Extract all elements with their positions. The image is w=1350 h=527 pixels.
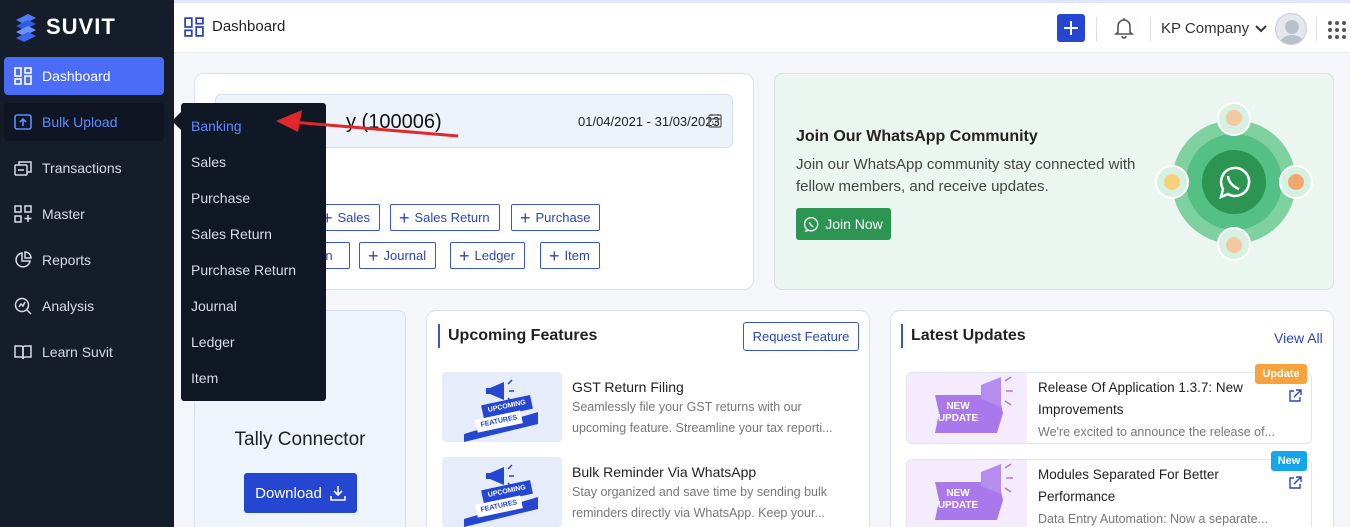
plus-icon: + (399, 207, 410, 228)
sidebar-item-dashboard[interactable]: Dashboard (4, 57, 164, 95)
feature-description: Stay organized and save time by sending … (572, 485, 828, 520)
update-item[interactable]: NEW UPDATE Modules Separated For Better … (906, 451, 1312, 527)
master-icon (14, 205, 32, 223)
update-thumbnail: NEW UPDATE (907, 460, 1027, 527)
company-selector[interactable]: KP Company (1161, 20, 1267, 37)
whatsapp-icon (804, 216, 819, 232)
upcoming-features-card: Upcoming Features Request Feature UPCOMI… (426, 310, 870, 527)
logo[interactable]: SUVIT (14, 12, 116, 42)
plus-icon: + (459, 245, 470, 266)
feature-title: Bulk Reminder Via WhatsApp (572, 464, 757, 480)
add-ledger-button[interactable]: + Ledger (450, 242, 525, 269)
latest-updates-card: Latest Updates View All NEW UPDATE Relea… (890, 310, 1334, 527)
divider (1316, 17, 1317, 41)
flyout-item-purchase-return[interactable]: Purchase Return (181, 252, 326, 288)
sidebar-item-label: Bulk Upload (42, 114, 118, 130)
transactions-icon (14, 159, 32, 177)
page-title: Dashboard (212, 18, 286, 35)
sidebar-item-transactions[interactable]: Transactions (4, 149, 164, 187)
flyout-item-journal[interactable]: Journal (181, 288, 326, 324)
latest-updates-title: Latest Updates (901, 324, 1026, 348)
sidebar-item-label: Analysis (42, 298, 95, 314)
bulk-upload-flyout-menu: Banking Sales Purchase Sales Return Purc… (181, 103, 326, 401)
feature-thumbnail: UPCOMING FEATURES (442, 457, 562, 527)
sidebar-item-analysis[interactable]: Analysis (4, 287, 164, 325)
whatsapp-community-illustration (1155, 102, 1313, 261)
annotation-arrow-icon (276, 110, 459, 138)
view-all-link[interactable]: View All (1274, 330, 1323, 346)
sidebar-item-label: Transactions (42, 160, 122, 176)
update-item[interactable]: NEW UPDATE Release Of Application 1.3.7:… (906, 364, 1312, 444)
top-bar: Dashboard KP Company (174, 0, 1350, 53)
sidebar-item-bulk-upload[interactable]: Bulk Upload (4, 103, 164, 141)
analysis-icon (14, 297, 32, 315)
feature-thumbnail: UPCOMING FEATURES (442, 372, 562, 442)
whatsapp-description: Join our WhatsApp community stay connect… (796, 156, 1136, 195)
sidebar: SUVIT Dashboard Bulk Upload Transactions… (0, 0, 174, 527)
sidebar-item-learn-suvit[interactable]: Learn Suvit (4, 333, 164, 371)
chevron-down-icon (1255, 24, 1267, 32)
reports-icon (14, 251, 32, 269)
plus-icon: + (368, 245, 379, 266)
plus-icon (1064, 21, 1078, 35)
whatsapp-community-card: Join Our WhatsApp Community Join our Wha… (774, 73, 1334, 290)
external-link-icon[interactable] (1288, 389, 1302, 403)
flyout-item-ledger[interactable]: Ledger (181, 324, 326, 360)
suvit-logo-icon (16, 14, 36, 42)
dashboard-icon (184, 17, 204, 37)
logo-text: SUVIT (46, 14, 116, 39)
sidebar-item-label: Learn Suvit (42, 344, 113, 360)
new-update-thumb-label: NEW UPDATE (937, 488, 979, 511)
update-description: We're excited to announce the release of… (1038, 425, 1276, 439)
update-thumbnail: NEW UPDATE (907, 373, 1027, 443)
sidebar-item-reports[interactable]: Reports (4, 241, 164, 279)
feature-description: Seamlessly file your GST returns with ou… (572, 400, 833, 435)
plus-icon: + (520, 207, 531, 228)
new-badge: New (1271, 451, 1307, 471)
user-avatar[interactable] (1275, 13, 1307, 45)
update-badge: Update (1255, 364, 1307, 384)
sidebar-item-label: Dashboard (42, 68, 111, 84)
divider (1096, 17, 1097, 41)
plus-icon: + (549, 245, 560, 266)
flyout-item-purchase[interactable]: Purchase (181, 180, 326, 216)
apps-grid-icon[interactable] (1327, 20, 1347, 40)
add-item-button[interactable]: + Item (540, 242, 600, 269)
external-link-icon[interactable] (1288, 476, 1302, 490)
new-update-thumb-label: NEW UPDATE (937, 401, 979, 424)
update-title: Release Of Application 1.3.7: New Improv… (1038, 380, 1243, 417)
book-icon (14, 343, 32, 361)
financial-year: 01/04/2021 - 31/03/2023 (578, 114, 720, 129)
flyout-item-item[interactable]: Item (181, 360, 326, 396)
request-feature-button[interactable]: Request Feature (743, 322, 859, 351)
divider (1150, 17, 1151, 41)
flyout-item-sales[interactable]: Sales (181, 144, 326, 180)
upload-icon (14, 113, 32, 131)
add-journal-button[interactable]: + Journal (359, 242, 437, 269)
user-icon (1279, 20, 1305, 44)
feature-title: GST Return Filing (572, 379, 684, 395)
join-now-button[interactable]: Join Now (796, 208, 891, 240)
sidebar-item-label: Master (42, 206, 85, 222)
sidebar-item-label: Reports (42, 252, 92, 268)
add-sales-return-button[interactable]: + Sales Return (390, 204, 500, 231)
sidebar-item-master[interactable]: Master (4, 195, 164, 233)
download-icon (330, 486, 346, 501)
upcoming-features-title: Upcoming Features (438, 324, 597, 348)
company-name: KP Company (1161, 20, 1250, 37)
download-button[interactable]: Download (244, 473, 357, 513)
add-button[interactable] (1057, 14, 1085, 42)
dashboard-icon (14, 67, 32, 85)
add-purchase-button[interactable]: + Purchase (511, 204, 601, 231)
calendar-icon[interactable] (708, 113, 722, 128)
notification-bell-icon[interactable] (1114, 17, 1134, 39)
flyout-item-sales-return[interactable]: Sales Return (181, 216, 326, 252)
whatsapp-title: Join Our WhatsApp Community (796, 128, 1038, 145)
update-description: Data Entry Automation: Now a separate... (1038, 512, 1268, 526)
tally-title: Tally Connector (234, 429, 366, 450)
flyout-pointer (172, 112, 181, 130)
update-title: Modules Separated For Better Performance (1038, 467, 1219, 504)
